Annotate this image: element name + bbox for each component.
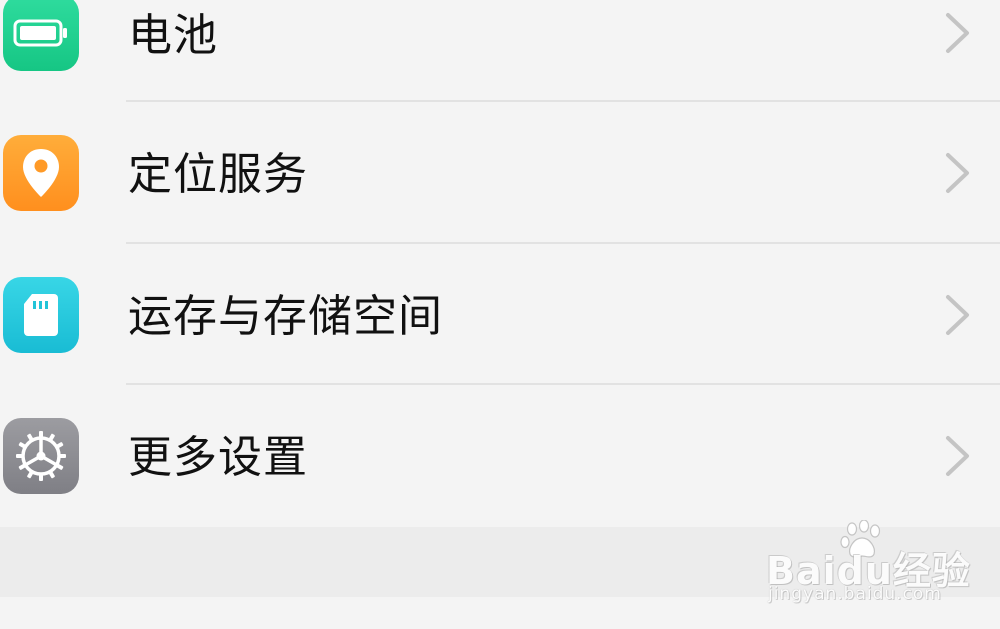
chevron-right-icon — [946, 13, 969, 53]
watermark-url: jingyan.baidu.com — [768, 584, 942, 604]
chevron-right-icon — [946, 436, 969, 476]
settings-item-label: 电池 — [128, 10, 218, 61]
location-pin-icon — [3, 135, 79, 211]
settings-item-label: 更多设置 — [128, 432, 308, 483]
settings-item-memory-storage[interactable]: 运存与存储空间 — [0, 244, 1000, 385]
settings-item-label: 定位服务 — [128, 149, 308, 200]
chevron-right-icon — [946, 153, 969, 193]
baidu-jingyan-watermark: Baidu经验 jingyan.baidu.com — [766, 520, 970, 610]
settings-item-location-services[interactable]: 定位服务 — [0, 102, 1000, 243]
settings-item-battery[interactable]: 电池 — [0, 0, 1000, 101]
chevron-right-icon — [946, 295, 969, 335]
battery-icon — [3, 0, 79, 71]
settings-item-more-settings[interactable]: 更多设置 — [0, 385, 1000, 526]
sd-card-icon — [3, 277, 79, 353]
settings-item-label: 运存与存储空间 — [128, 291, 443, 342]
gear-icon — [3, 418, 79, 494]
